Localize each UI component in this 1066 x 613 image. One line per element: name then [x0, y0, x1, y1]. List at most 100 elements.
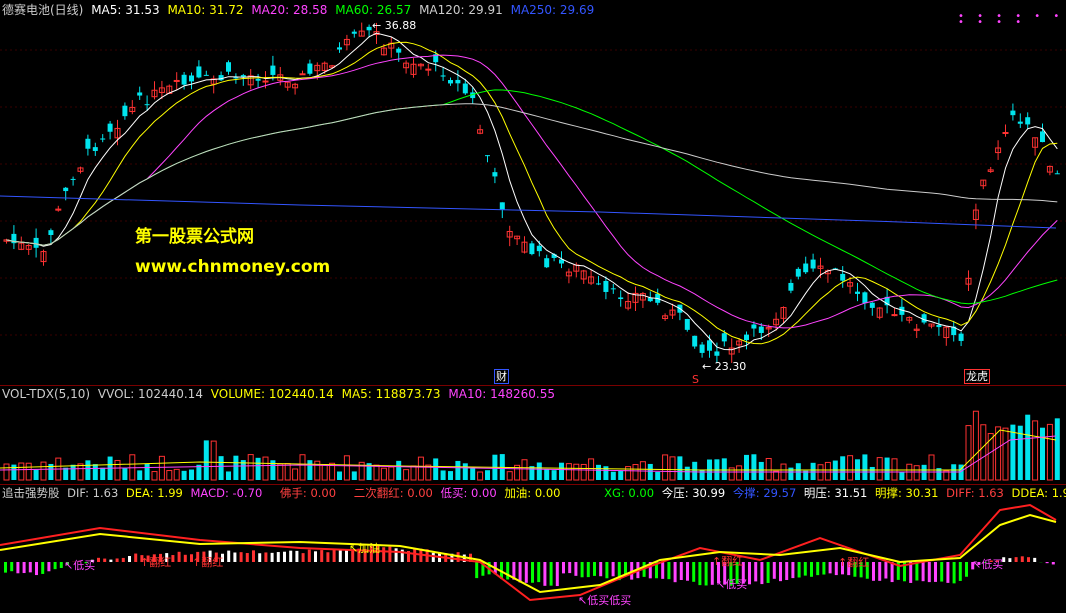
macd-bar: [915, 562, 919, 581]
volume-bar: [995, 426, 1002, 481]
macd-bar: [506, 562, 510, 580]
macd-bar: [128, 556, 131, 562]
volume-bar: [506, 471, 513, 481]
signal-label: ↑翻红: [140, 556, 172, 569]
volume-bar: [677, 456, 683, 480]
volume-bar: [884, 457, 890, 480]
volume-bar: [11, 464, 17, 480]
volume-bar: [840, 456, 846, 480]
macd-bar: [884, 562, 888, 579]
macd-bar: [524, 562, 528, 583]
candle-body: [840, 273, 846, 281]
macd-bar: [121, 557, 125, 562]
macd-bar: [134, 553, 138, 562]
candle-body: [529, 243, 535, 255]
volume-bar: [580, 463, 587, 481]
vol-label: MA5: 118873.73: [341, 387, 441, 401]
macd-bar: [816, 562, 820, 576]
chart-canvas[interactable]: [0, 0, 1066, 613]
candle-body: [189, 75, 194, 82]
candle-body: [270, 65, 276, 75]
macd-bar: [890, 562, 894, 583]
macd-bar: [698, 562, 702, 586]
candle-body: [144, 104, 150, 106]
ind-label: DEA: 1.99: [125, 486, 183, 500]
volume-bar: [559, 462, 564, 480]
macd-bar: [382, 547, 386, 562]
candle-body: [425, 68, 432, 71]
ind-label: 二次翻红: 0.00: [353, 486, 433, 500]
volume-bar: [351, 471, 357, 480]
volume-bar: [913, 465, 920, 481]
candle-body: [63, 187, 69, 192]
macd-bar: [171, 555, 175, 562]
volume-bar: [862, 454, 868, 480]
candle-body: [396, 48, 402, 53]
volume-bar: [262, 456, 269, 481]
macd-bar: [59, 562, 63, 568]
signal-label: ↑翻红: [192, 556, 224, 569]
macd-bar: [233, 552, 237, 562]
volume-bar: [440, 470, 446, 480]
macd-bar: [692, 562, 696, 582]
vol-ma10-line: [0, 435, 1057, 473]
macd-bar: [673, 562, 677, 583]
macd-bar: [791, 562, 795, 579]
macd-bar: [258, 553, 262, 562]
macd-bar: [109, 559, 113, 562]
candle-body: [758, 326, 764, 333]
volume-bar: [765, 457, 772, 481]
macd-bar: [295, 550, 299, 562]
volume-bar: [1040, 427, 1045, 480]
volume-bar: [647, 463, 653, 480]
candle-body: [1017, 121, 1023, 124]
candle-body: [255, 78, 261, 81]
financial-event-marker[interactable]: 财: [494, 369, 509, 384]
candle-body: [492, 172, 498, 177]
longhu-event-marker[interactable]: 龙虎: [964, 369, 990, 384]
volume-bar: [758, 461, 764, 480]
volume-bar: [692, 461, 698, 480]
indicator-title[interactable]: 追击强势股: [2, 486, 60, 500]
volume-bar: [85, 460, 91, 480]
candle-body: [610, 288, 616, 290]
candle-body: [1010, 110, 1016, 116]
macd-bar: [283, 551, 286, 562]
candle-body: [181, 74, 187, 85]
volume-bar: [928, 454, 935, 481]
volume-bar: [144, 463, 150, 480]
volume-title[interactable]: VOL-TDX(5,10): [2, 387, 90, 401]
candle-body: [307, 63, 313, 74]
candle-body: [1025, 117, 1031, 125]
candle-body: [85, 138, 91, 149]
volume-bar: [277, 463, 284, 481]
macd-bar: [413, 548, 417, 562]
ind-label: 明撑: 30.31: [875, 486, 939, 500]
volume-bar: [596, 464, 601, 480]
macd-bar: [760, 562, 764, 585]
volume-bar: [810, 462, 816, 480]
ind-label: MACD: -0.70: [190, 486, 263, 500]
macd-bar: [965, 562, 968, 577]
volume-bar: [433, 458, 439, 480]
macd-bar: [326, 552, 330, 562]
macd-bar: [952, 562, 956, 584]
volume-bar: [588, 458, 595, 481]
macd-bar: [338, 550, 342, 562]
volume-bar: [869, 466, 875, 480]
volume-bar: [181, 470, 187, 480]
volume-bar: [972, 410, 979, 481]
volume-bar: [618, 470, 624, 480]
macd-bar: [115, 558, 119, 562]
macd-bar: [320, 550, 324, 562]
macd-bar: [679, 562, 683, 581]
macd-bar: [940, 562, 944, 582]
volume-bar: [470, 468, 476, 480]
volume-bar: [18, 462, 25, 481]
signal-label: ↑翻红: [712, 555, 744, 568]
macd-bar: [549, 562, 553, 586]
macd-bar: [568, 562, 572, 574]
macd-bar: [927, 562, 931, 583]
macd-bar: [276, 552, 280, 562]
macd-bar: [766, 562, 770, 583]
